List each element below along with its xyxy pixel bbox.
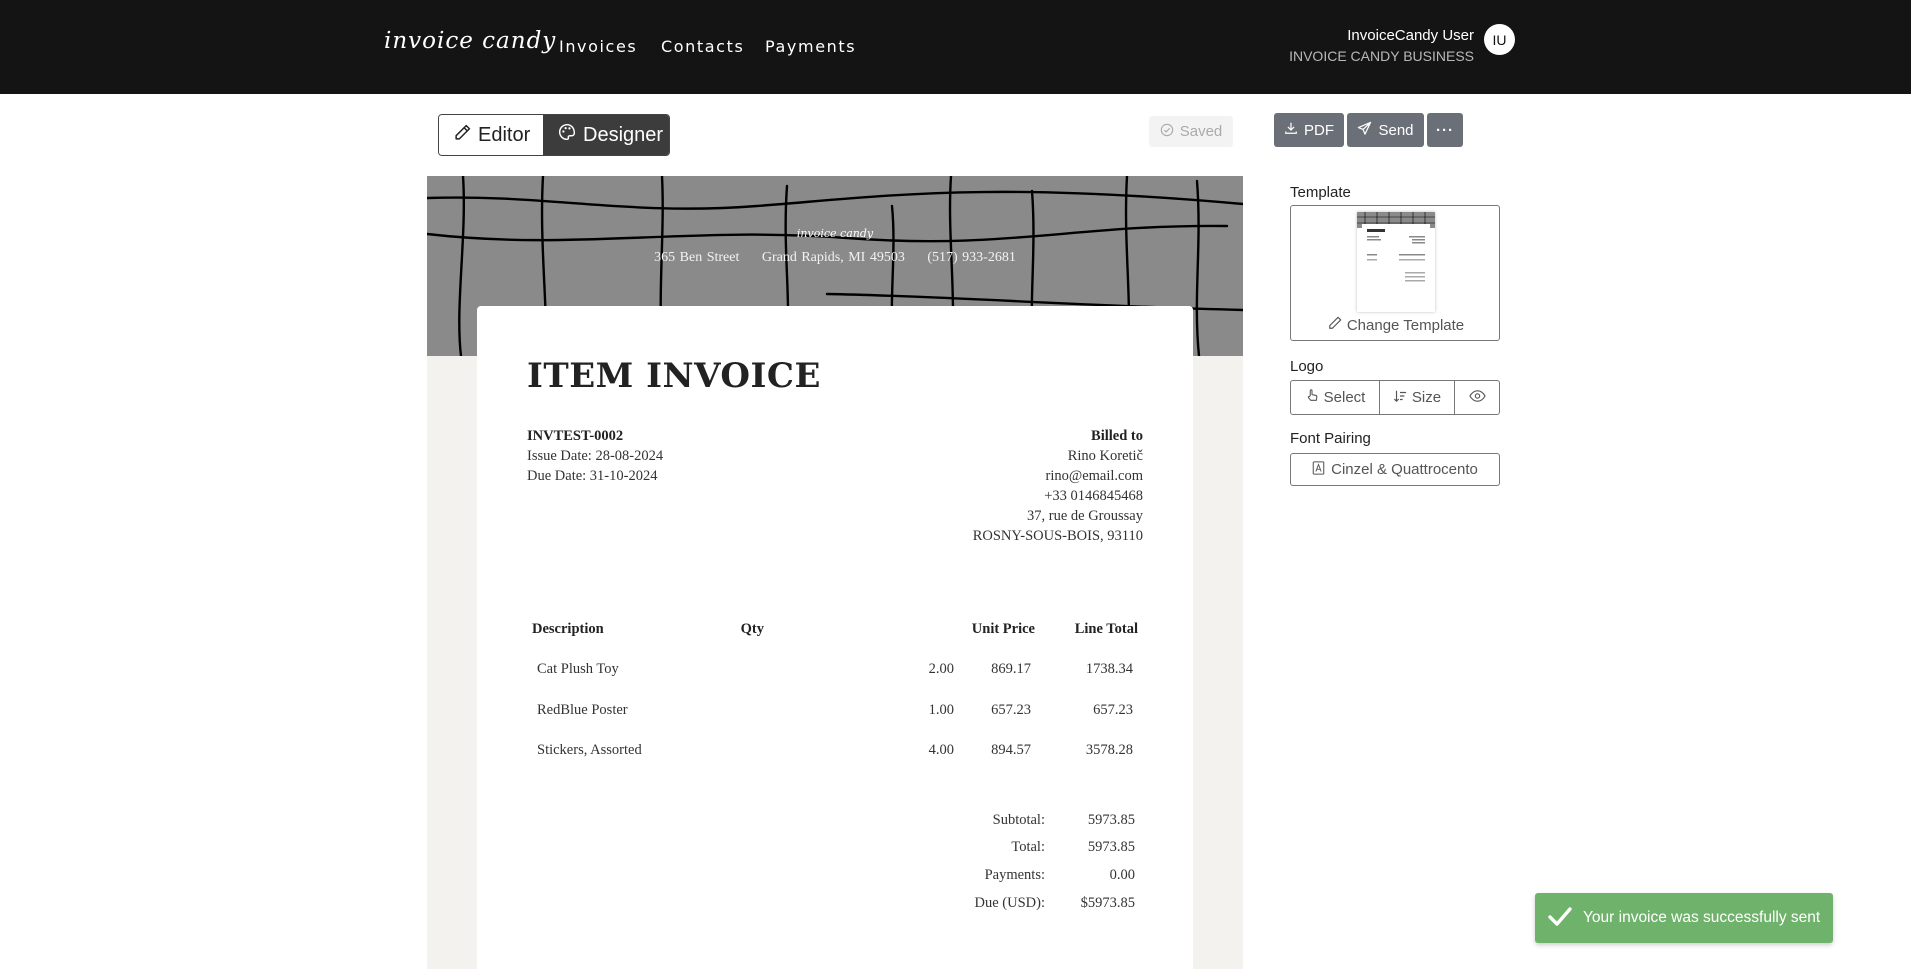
nav-contacts[interactable]: Contacts [661, 37, 744, 56]
company-city: Grand Rapids, MI 49503 [761, 250, 905, 265]
success-toast[interactable]: Your invoice was successfully sent [1535, 893, 1833, 943]
item-unit-price: 894.57 [991, 742, 1031, 758]
invoice-canvas: invoice candy 365 Ben Street Grand Rapid… [427, 176, 1243, 969]
company-contact: 365 Ben Street Grand Rapids, MI 49503 (5… [427, 250, 1243, 266]
item-line-total: 657.23 [1093, 702, 1133, 718]
check-circle-icon [1160, 123, 1174, 141]
change-template-button[interactable]: Change Template [1291, 316, 1501, 334]
billed-to: Billed to Rino Koretič rino@email.com +3… [973, 426, 1143, 546]
banner-logo: invoice candy [796, 227, 874, 240]
payments-value: 0.00 [1109, 867, 1135, 883]
payments-label: Payments: [984, 867, 1045, 883]
select-label: Select [1323, 389, 1366, 406]
mode-toggle: Editor Designer [438, 114, 670, 156]
item-line-total: 3578.28 [1085, 742, 1133, 758]
check-icon [1547, 905, 1573, 932]
toast-message: Your invoice was successfully sent [1583, 909, 1821, 926]
company-street: 365 Ben Street [654, 250, 740, 265]
download-icon [1284, 121, 1298, 139]
pencil-icon [454, 124, 471, 147]
send-button[interactable]: Send [1347, 113, 1424, 147]
font-icon [1312, 460, 1325, 479]
template-thumbnail [1357, 212, 1435, 312]
pencil-icon [1328, 316, 1342, 334]
logo-select-button[interactable]: Select [1291, 381, 1380, 414]
col-qty: Qty [740, 621, 764, 637]
item-description: Cat Plush Toy [537, 661, 619, 677]
designer-label: Designer [583, 123, 664, 146]
pdf-button[interactable]: PDF [1274, 113, 1344, 147]
pointer-hand-icon [1305, 388, 1319, 407]
send-label: Send [1378, 121, 1414, 139]
col-description: Description [532, 621, 604, 637]
font-pairing-select[interactable]: Cinzel & Quattrocento [1290, 453, 1500, 486]
due-label: Due (USD): [974, 895, 1045, 911]
avatar[interactable]: IU [1484, 24, 1515, 55]
invoice-title: ITEM INVOICE [527, 356, 821, 396]
logo-visibility-button[interactable] [1455, 381, 1499, 414]
item-unit-price: 657.23 [991, 702, 1031, 718]
client-name: Rino Koretič [1067, 448, 1143, 464]
eye-icon [1468, 389, 1486, 407]
total-value: 5973.85 [1087, 839, 1135, 855]
client-city: ROSNY-SOUS-BOIS, 93110 [972, 528, 1143, 544]
logo-controls: Select Size [1290, 380, 1500, 415]
col-line-total: Line Total [1074, 621, 1138, 637]
saved-status: Saved [1149, 116, 1233, 147]
template-label: Template [1290, 184, 1351, 201]
item-line-total: 1738.34 [1085, 661, 1133, 677]
due-value: $5973.85 [1080, 895, 1135, 911]
item-description: Stickers, Assorted [537, 742, 642, 758]
total-row: Total: 5973.85 [935, 839, 1135, 859]
due-date: Due Date: 31-10-2024 [527, 468, 658, 484]
nav-payments[interactable]: Payments [765, 37, 856, 56]
invoice-paper: ITEM INVOICE INVTEST-0002 Issue Date: 28… [477, 306, 1193, 969]
client-street: 37, rue de Groussay [1027, 508, 1143, 524]
table-row: RedBlue Poster 1.00 657.23 657.23 [527, 702, 1143, 722]
business-name: INVOICE CANDY BUSINESS [1289, 48, 1474, 64]
invoice-number: INVTEST-0002 [527, 428, 624, 444]
table-row: Cat Plush Toy 2.00 869.17 1738.34 [527, 661, 1143, 681]
template-picker[interactable]: Change Template [1290, 205, 1500, 341]
change-template-label: Change Template [1346, 316, 1465, 334]
pdf-label: PDF [1304, 121, 1334, 139]
saved-label: Saved [1179, 123, 1223, 140]
client-phone: +33 0146845468 [1044, 488, 1143, 504]
client-email: rino@email.com [1045, 468, 1143, 484]
col-unit-price: Unit Price [971, 621, 1035, 637]
more-button[interactable]: ··· [1427, 113, 1463, 147]
user-info[interactable]: InvoiceCandy User INVOICE CANDY BUSINESS [1289, 25, 1474, 66]
editor-label: Editor [478, 123, 531, 146]
invoice-meta: INVTEST-0002 Issue Date: 28-08-2024 Due … [527, 426, 663, 486]
item-unit-price: 869.17 [991, 661, 1031, 677]
editor-tab[interactable]: Editor [439, 115, 543, 155]
issue-date: Issue Date: 28-08-2024 [527, 448, 664, 464]
payments-row: Payments: 0.00 [935, 867, 1135, 887]
due-row: Due (USD): $5973.85 [935, 895, 1135, 915]
logo-size-button[interactable]: Size [1380, 381, 1455, 414]
more-label: ··· [1436, 121, 1454, 139]
subtotal-label: Subtotal: [992, 812, 1045, 828]
subtotal-row: Subtotal: 5973.85 [935, 812, 1135, 832]
font-pairing-label: Font Pairing [1290, 430, 1371, 447]
palette-icon [558, 123, 576, 147]
logo-label: Logo [1290, 358, 1324, 375]
item-description: RedBlue Poster [537, 702, 628, 718]
brand-logo[interactable]: invoice candy [384, 28, 556, 54]
font-pairing-value: Cinzel & Quattrocento [1331, 461, 1478, 478]
size-label: Size [1411, 389, 1442, 406]
sort-size-icon [1393, 389, 1407, 407]
user-name: InvoiceCandy User [1347, 27, 1474, 44]
total-label: Total: [1011, 839, 1045, 855]
subtotal-value: 5973.85 [1087, 812, 1135, 828]
paper-plane-icon [1357, 121, 1372, 140]
designer-tab[interactable]: Designer [543, 115, 669, 155]
billed-to-label: Billed to [1091, 428, 1143, 444]
company-phone: (517) 933-2681 [927, 250, 1016, 265]
nav-invoices[interactable]: Invoices [559, 37, 637, 56]
table-row: Stickers, Assorted 4.00 894.57 3578.28 [527, 742, 1143, 762]
top-nav: invoice candy Invoices Contacts Payments… [0, 0, 1911, 94]
